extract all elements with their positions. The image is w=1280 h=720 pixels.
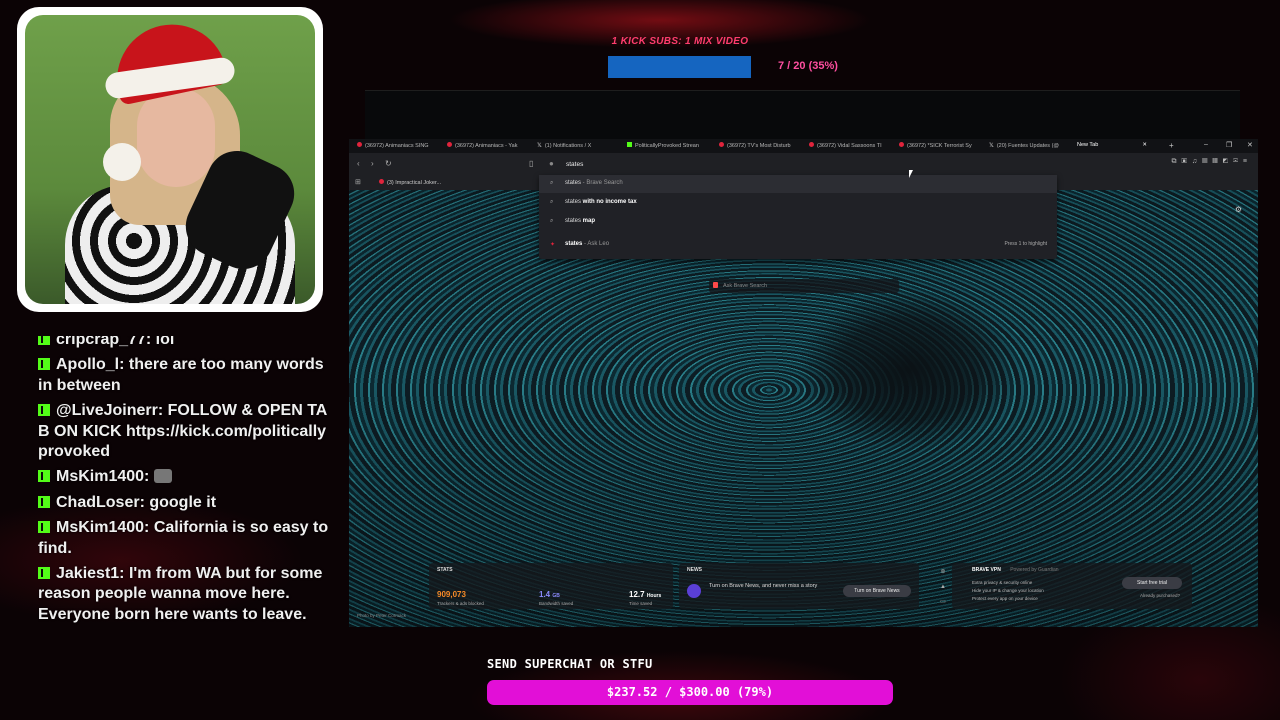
browser-tab[interactable]: 𝕏 (20) Fuentes Updates (@ (989, 142, 1059, 149)
donation-heading: SEND SUPERCHAT OR STFU (487, 657, 653, 671)
chat-message: cripcrap_77: lol (38, 336, 334, 350)
kick-icon (38, 358, 50, 371)
back-icon[interactable]: ‹ (357, 159, 360, 168)
time-saved-value: 12.7 Hours (629, 590, 662, 599)
chat-message: MsKim1400: (38, 467, 334, 487)
youtube-icon (719, 142, 724, 147)
youtube-icon (899, 142, 904, 147)
address-bar: ‹ › ↻ ▯ ● states ⧉▣♫▤▦◩✉≡ (349, 153, 1258, 175)
omnibox-suggestions: ⌕ states - Brave Search ⌕ states with no i… (539, 175, 1057, 259)
browser-tab[interactable]: (36972) Animaniacs SING (357, 142, 429, 149)
start-free-trial-button[interactable]: Start free trial (1122, 577, 1182, 589)
chat-user: ChadLoser (56, 493, 140, 511)
webcam-feed (25, 15, 315, 304)
chat-user: Jakiest1 (56, 565, 120, 583)
kick-icon (38, 567, 50, 580)
sub-goal-title: 1 KICK SUBS: 1 MIX VIDEO (611, 36, 749, 47)
restore-icon[interactable]: ❐ (1226, 141, 1232, 149)
bookmark-icon[interactable]: ▯ (529, 159, 533, 168)
brave-news-icon (687, 584, 701, 598)
sub-goal-bar (608, 56, 751, 78)
browser-tab[interactable]: 𝕏 (1) Notifications / X (537, 142, 591, 149)
youtube-icon (447, 142, 452, 147)
suggestion-item[interactable]: ⌕ states map (539, 213, 1057, 231)
forward-icon[interactable]: › (371, 159, 374, 168)
toolbar-extension-icons[interactable]: ⧉▣♫▤▦◩✉≡ (1172, 158, 1252, 166)
news-widget: NEWS Turn on Brave News, and never miss … (679, 563, 919, 609)
chat-user: MsKim1400 (56, 519, 145, 537)
x-icon: 𝕏 (537, 143, 542, 149)
chat-message: ChadLoser: google it (38, 493, 334, 513)
youtube-icon (357, 142, 362, 147)
ask-brave-search-box[interactable]: Ask Brave Search (709, 279, 899, 293)
chat-user: MsKim1400 (56, 468, 145, 486)
tab-strip: (36972) Animaniacs SING (36972) Animania… (349, 139, 1258, 153)
vpn-widget: BRAVE VPN Powered by Guardian Extra priv… (952, 563, 1192, 609)
kick-icon (38, 521, 50, 534)
chat-user: Apollo_l (56, 356, 120, 374)
webcam-frame (17, 7, 323, 312)
cat-emote-icon (153, 469, 172, 484)
mouse-cursor-icon (909, 170, 913, 178)
kick-icon (38, 336, 50, 345)
address-input[interactable]: states (566, 161, 583, 168)
new-tab-icon[interactable]: + (1169, 141, 1174, 150)
sub-goal-widget: 1 KICK SUBS: 1 MIX VIDEO 7 / 20 (35%) (608, 32, 1028, 80)
reload-icon[interactable]: ↻ (385, 159, 392, 168)
new-tab-widgets: STATS 909,073 Trackers & ads blocked 1.4… (427, 563, 1257, 611)
kick-icon (627, 142, 632, 147)
streamer-face (137, 87, 215, 187)
photo-credit: Photo by Peter Cormack (357, 613, 407, 618)
bookmark-item[interactable]: (3) Impractical Joker... (379, 179, 441, 186)
browser-tab[interactable]: (36972) Vidal Sassoons TI (809, 142, 882, 149)
trackers-count: 909,073 (437, 590, 466, 599)
widget-side-icons: ⊚ ▲ ▭ (937, 563, 946, 609)
leo-icon: ✦ (550, 242, 556, 248)
kick-icon (38, 495, 50, 508)
browser-tab[interactable]: (36972) TV's Most Disturb (719, 142, 791, 149)
suggestion-item[interactable]: ⌕ states - Brave Search (539, 175, 1057, 193)
chat-message: MsKim1400: California is so easy to find… (38, 519, 329, 557)
browser-window: (36972) Animaniacs SING (36972) Animania… (349, 139, 1258, 627)
stats-widget: STATS 909,073 Trackers & ads blocked 1.4… (429, 563, 673, 609)
chat-message: Apollo_l: there are too many words in be… (38, 356, 324, 394)
apps-icon[interactable]: ⊞ (355, 178, 361, 186)
browser-tab-active[interactable]: New Tab ✕ (1077, 142, 1147, 148)
bandwidth-value: 1.4 GB (539, 590, 560, 599)
chat-user: cripcrap_77 (56, 336, 146, 348)
chat-text: google it (149, 493, 217, 511)
browser-tab[interactable]: (36972) Animaniacs - Yak (447, 142, 517, 149)
browser-tab[interactable]: PoliticallyProvoked Strean (627, 142, 699, 149)
customize-gear-icon[interactable]: ⚙ (1235, 205, 1242, 214)
search-icon: ● (549, 159, 554, 168)
chat-text: lol (155, 336, 175, 348)
search-icon: ⌕ (550, 218, 554, 224)
minimize-icon[interactable]: – (1204, 141, 1208, 148)
santa-hat-pompom (103, 143, 141, 181)
kick-icon (38, 470, 50, 483)
youtube-icon (809, 142, 814, 147)
chat-user: @LiveJoinerr (56, 402, 158, 420)
vpn-feature-list: Extra privacy & security online Hide you… (972, 580, 1044, 601)
suggestion-item[interactable]: ⌕ states with no income tax (539, 194, 1057, 212)
close-icon[interactable]: ✕ (1142, 142, 1147, 148)
sub-goal-count: 7 / 20 (35%) (778, 60, 838, 72)
brave-logo-icon (713, 282, 718, 288)
close-window-icon[interactable]: ✕ (1247, 141, 1253, 149)
turn-on-news-button[interactable]: Turn on Brave News (843, 585, 911, 597)
vpn-title: BRAVE VPN Powered by Guardian (972, 567, 1059, 573)
chat-message: Jakiest1: I'm from WA but for some reaso… (38, 565, 323, 623)
widget-nav-icons[interactable]: ⊚ ▲ ▭ (937, 565, 949, 610)
search-icon: ⌕ (550, 180, 554, 186)
chat-panel: cripcrap_77: lol Apollo_l: there are too… (38, 336, 334, 720)
overlay-strip (365, 90, 1240, 139)
search-icon: ⌕ (550, 199, 554, 205)
browser-tab[interactable]: (36972) *SICK Terrorist Sy (899, 142, 972, 149)
chat-message: @LiveJoinerr: FOLLOW & OPEN TAB ON KICK … (38, 402, 328, 461)
already-purchased-link[interactable]: Already purchased? (1140, 593, 1180, 598)
donation-progress-bar: $237.52 / $300.00 (79%) (487, 680, 893, 705)
suggestion-item[interactable]: ✦ states - Ask Leo Press 1 to highlight (539, 236, 1057, 254)
kick-icon (38, 404, 50, 417)
x-icon: 𝕏 (989, 143, 994, 149)
